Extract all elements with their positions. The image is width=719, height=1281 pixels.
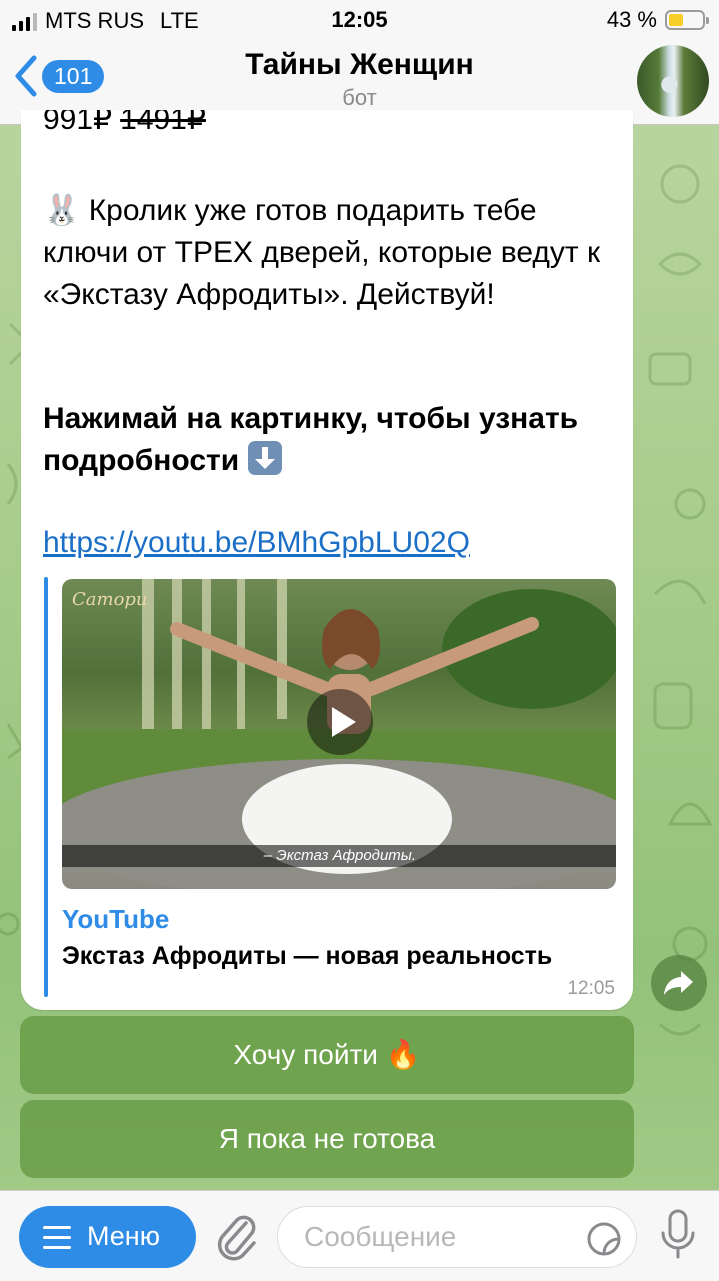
input-bar: Меню [0, 1190, 719, 1281]
price-old: 1491₽ [120, 110, 206, 136]
hamburger-icon [43, 1226, 71, 1256]
message-input[interactable] [302, 1220, 576, 1254]
forward-button[interactable] [651, 955, 707, 1011]
share-arrow-icon [664, 971, 693, 995]
preview-title: Экстаз Афродиты — новая реальность [62, 942, 553, 970]
chat-subtitle: бот [342, 85, 377, 110]
sticker-icon [587, 1222, 621, 1256]
inline-button-not-ready[interactable]: Я пока не готова [20, 1100, 634, 1178]
price-new: 991₽ [43, 110, 113, 136]
chat-title[interactable]: Тайны Женщин [0, 48, 719, 82]
video-thumbnail[interactable]: Сатори – Экстаз Афродиты. [62, 579, 616, 889]
sticker-button[interactable] [586, 1221, 622, 1262]
microphone-icon [661, 1209, 695, 1259]
attach-button[interactable] [212, 1209, 260, 1270]
menu-button-label: Меню [87, 1221, 160, 1251]
message-input-field[interactable] [277, 1206, 637, 1268]
video-caption: – Экстаз Афродиты. [62, 845, 616, 867]
price-line: 991₽ 1491₽ [43, 110, 206, 137]
message-bubble: 991₽ 1491₽ 🐰 Кролик уже готов подарить те… [21, 110, 633, 1010]
video-brand-watermark: Сатори [72, 589, 148, 610]
message-paragraph: 🐰 Кролик уже готов подарить тебе ключи о… [43, 194, 601, 311]
status-bar: MTS RUS LTE 12:05 43 % [0, 0, 719, 40]
message-bold-text: Нажимай на картинку, чтобы узнать подроб… [43, 402, 579, 477]
inline-button-want-to-go[interactable]: Хочу пойти 🔥 [20, 1016, 634, 1094]
preview-site-name: YouTube [62, 904, 170, 934]
down-arrow-emoji-icon [247, 441, 282, 475]
menu-button[interactable]: Меню [19, 1206, 196, 1268]
voice-message-button[interactable] [658, 1207, 698, 1268]
paperclip-icon [217, 1215, 256, 1261]
chat-avatar[interactable] [637, 45, 709, 117]
battery-icon [665, 10, 709, 30]
youtube-link[interactable]: https://youtu.be/BMhGpbLU02Q [43, 526, 470, 560]
battery-percent: 43 % [606, 7, 657, 32]
message-bold-paragraph: Нажимай на картинку, чтобы узнать подроб… [43, 398, 618, 482]
message-time: 12:05 [567, 978, 615, 999]
play-icon[interactable] [307, 689, 373, 755]
link-preview-accent [44, 577, 48, 997]
battery-info: 43 % [606, 7, 709, 33]
